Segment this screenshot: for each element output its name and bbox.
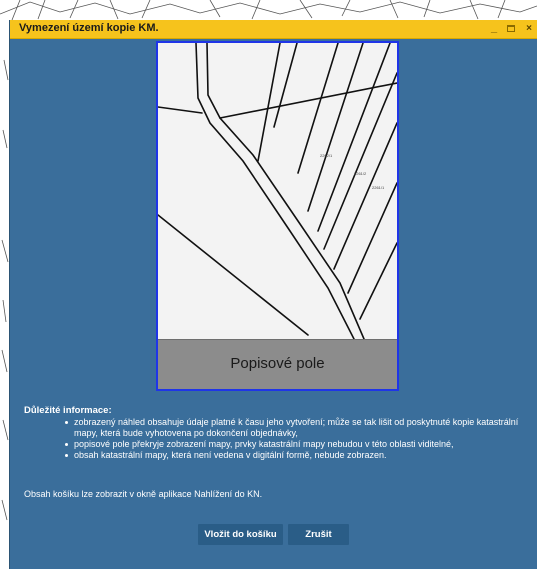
caption-field: Popisové pole bbox=[158, 339, 397, 389]
info-section: Důležité informace: zobrazený náhled obs… bbox=[24, 405, 529, 461]
title-bar[interactable]: Vymezení území kopie KM. _ × bbox=[10, 20, 537, 39]
caption-label: Popisové pole bbox=[230, 355, 325, 372]
window-title: Vymezení území kopie KM. bbox=[19, 22, 159, 34]
dialog-window: Vymezení území kopie KM. _ × 2262/1 2261… bbox=[9, 20, 537, 569]
maximize-button[interactable] bbox=[504, 21, 518, 36]
parcel-label: 2262/1 bbox=[320, 153, 333, 158]
close-button[interactable]: × bbox=[523, 21, 535, 36]
map-preview: 2262/1 2261/2 2261/1 Popisové pole bbox=[156, 41, 399, 391]
cart-note: Obsah košíku lze zobrazit v okně aplikac… bbox=[24, 489, 263, 499]
maximize-icon bbox=[507, 24, 515, 32]
info-item: popisové pole překryje zobrazení mapy, p… bbox=[65, 439, 529, 450]
parcel-label: 2261/2 bbox=[354, 171, 367, 176]
info-item: obsah katastrální mapy, která není veden… bbox=[65, 450, 529, 461]
info-item: zobrazený náhled obsahuje údaje platné k… bbox=[65, 417, 529, 439]
cadastral-map-preview: 2262/1 2261/2 2261/1 bbox=[158, 43, 397, 339]
info-heading: Důležité informace: bbox=[24, 405, 112, 416]
info-list: zobrazený náhled obsahuje údaje platné k… bbox=[24, 417, 529, 461]
cancel-button[interactable]: Zrušit bbox=[288, 524, 349, 545]
parcel-label: 2261/1 bbox=[372, 185, 385, 190]
add-to-cart-button[interactable]: Vložit do košíku bbox=[198, 524, 283, 545]
minimize-button[interactable]: _ bbox=[488, 21, 500, 36]
